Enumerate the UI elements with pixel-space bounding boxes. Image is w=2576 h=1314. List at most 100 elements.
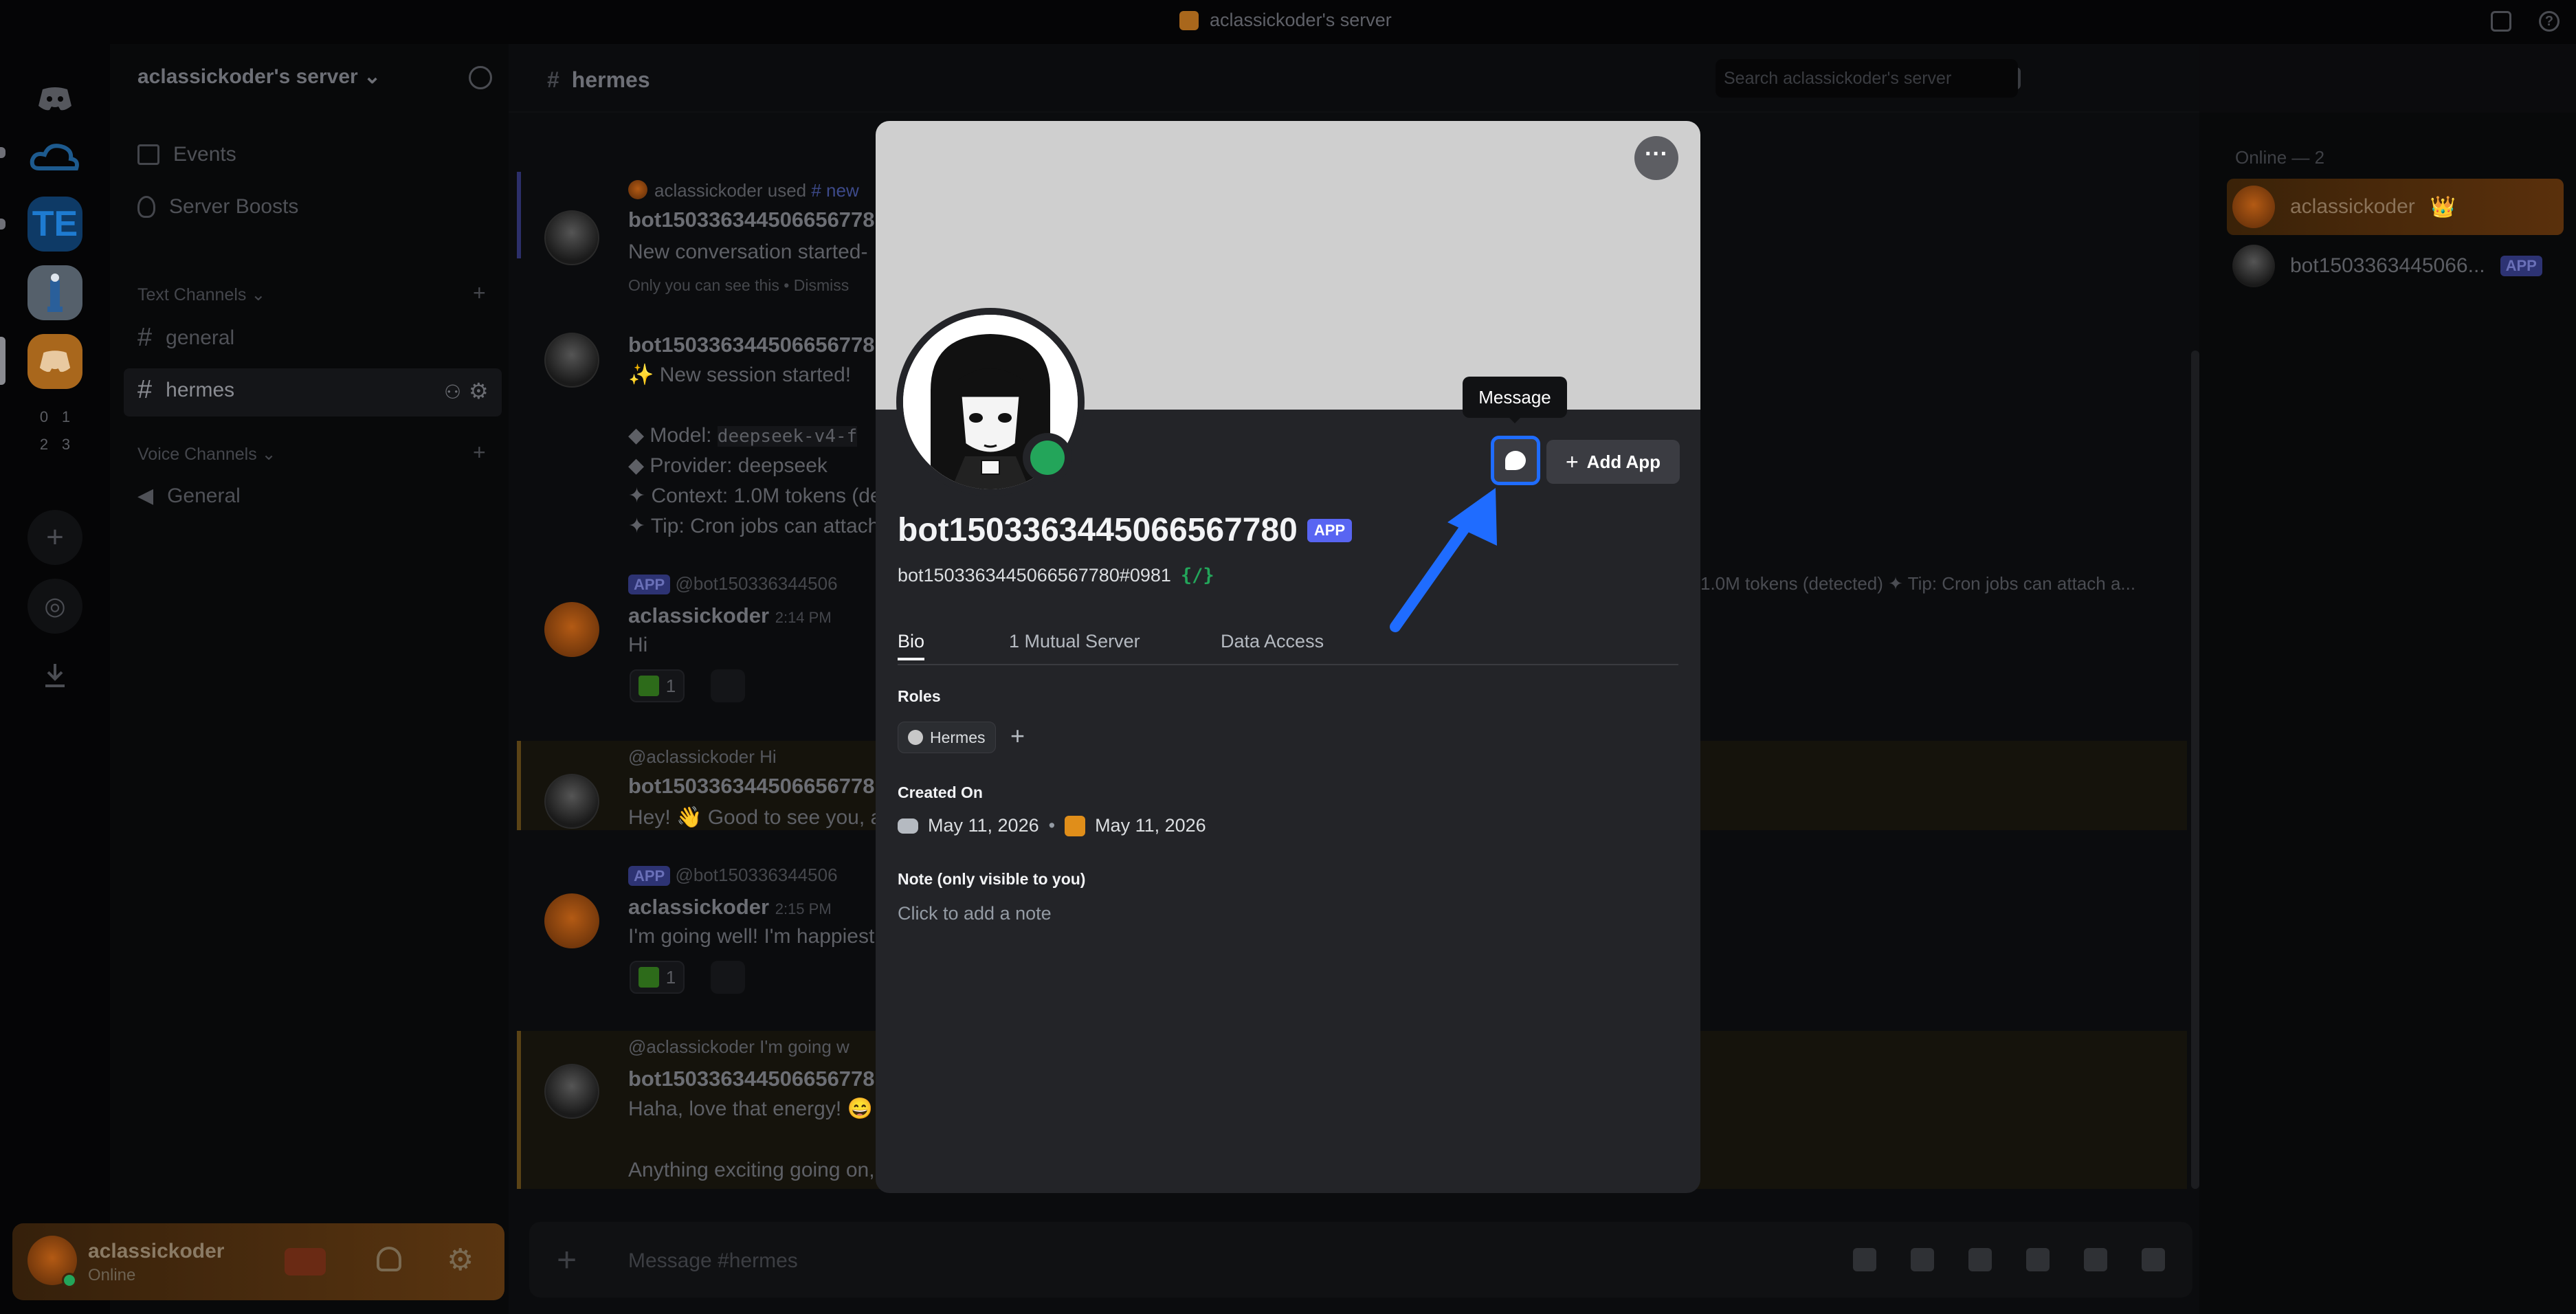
hash-icon: #	[137, 323, 153, 352]
ephemeral-note: Only you can see this • Dismiss	[628, 276, 850, 294]
reply-line: APP @bot150336344506	[628, 573, 838, 594]
member-avatar	[2232, 245, 2275, 287]
invite-icon[interactable]	[469, 66, 492, 89]
send-icon[interactable]	[2142, 1248, 2165, 1271]
app-badge: APP	[1307, 518, 1353, 542]
profile-tag: bot1503363445066567780#0981 {/}	[898, 565, 1214, 586]
message-author[interactable]: bot150336344506656778	[628, 333, 875, 357]
speaker-icon: ◀	[137, 485, 154, 507]
member-item[interactable]: bot15033634450​66... APP	[2227, 238, 2564, 294]
user-panel: aclassickoder Online ⚙	[12, 1223, 504, 1300]
channel-general[interactable]: # general	[137, 323, 234, 353]
message-text: New conversation started-	[628, 241, 868, 263]
message-author[interactable]: aclassickoder 2:15 PM	[628, 895, 832, 920]
profile-username: bot1503363445066567780 APP	[898, 511, 1353, 549]
search-input[interactable]: Search aclassickoder's server	[1716, 59, 2018, 98]
user-name: aclassickoder	[88, 1240, 225, 1262]
bot-avatar[interactable]	[544, 774, 599, 829]
server-folder-counts[interactable]: 0 1 2 3	[33, 408, 77, 454]
server-discord-orange-icon[interactable]	[27, 334, 82, 389]
emoji-icon[interactable]	[2026, 1248, 2050, 1271]
message-author[interactable]: bot150336344506656778	[628, 1067, 875, 1091]
tab-mutual-servers[interactable]: 1 Mutual Server	[1009, 631, 1140, 652]
more-options-icon[interactable]: ···	[1634, 136, 1678, 180]
add-member-icon[interactable]: ⚇	[444, 381, 461, 403]
discord-home-icon[interactable]	[27, 71, 82, 126]
reaction-check[interactable]: 1	[630, 669, 685, 702]
tab-data-access[interactable]: Data Access	[1221, 631, 1324, 652]
message-author[interactable]: aclassickoder 2:14 PM	[628, 603, 832, 628]
chat-scrollbar[interactable]	[2191, 350, 2199, 1189]
text-channels-category[interactable]: Text Channels ⌄	[137, 285, 265, 305]
add-app-button[interactable]: + Add App	[1546, 440, 1680, 484]
server-lighthouse-icon[interactable]	[27, 265, 82, 320]
apps-icon[interactable]	[2084, 1248, 2107, 1271]
bot-avatar[interactable]	[544, 1064, 599, 1119]
role-chip[interactable]: Hermes	[898, 722, 996, 753]
add-role-icon[interactable]: +	[1010, 722, 1025, 750]
online-status-icon	[1023, 433, 1072, 482]
server-name-dropdown[interactable]: aclassickoder's server ⌄	[137, 65, 381, 89]
window-title: aclassickoder's server	[1179, 10, 1392, 31]
role-color-dot	[908, 730, 923, 745]
server-icon	[1179, 10, 1199, 30]
message-text: I'm going well! I'm happiest	[628, 925, 875, 948]
add-server-icon[interactable]: +	[27, 510, 82, 565]
reaction-check[interactable]: 1	[630, 961, 685, 994]
calendar-icon	[137, 144, 159, 165]
voice-channels-category[interactable]: Voice Channels ⌄	[137, 444, 276, 465]
server-cloud-icon[interactable]	[27, 131, 82, 186]
message-text: ◆ Model: deepseek-v4-f	[628, 424, 858, 447]
message-composer[interactable]: + Message #hermes	[529, 1222, 2192, 1298]
note-input[interactable]: Click to add a note	[898, 903, 1052, 924]
note-label: Note (only visible to you)	[898, 870, 1086, 888]
settings-gear-icon[interactable]: ⚙	[447, 1243, 474, 1278]
gear-icon[interactable]: ⚙	[469, 378, 489, 404]
discord-icon	[898, 818, 918, 834]
add-text-channel-icon[interactable]: +	[473, 280, 486, 306]
sidebar-item-events[interactable]: Events	[137, 143, 236, 166]
headphones-icon[interactable]	[377, 1247, 401, 1271]
slash-commands-icon[interactable]: {/}	[1181, 565, 1214, 586]
member-item[interactable]: aclassickoder 👑	[2227, 179, 2564, 235]
channel-sidebar: aclassickoder's server ⌄ Events Server B…	[110, 44, 509, 1314]
composer-placeholder[interactable]: Message #hermes	[628, 1249, 798, 1273]
add-voice-channel-icon[interactable]: +	[473, 440, 486, 465]
message-author[interactable]: bot150336344506656778	[628, 208, 875, 232]
user-avatar[interactable]	[544, 602, 599, 657]
message-text: ✨ New session started!	[628, 364, 852, 386]
bot-avatar[interactable]	[544, 210, 599, 265]
voice-channel-general[interactable]: ◀ General	[137, 484, 241, 508]
sidebar-item-server-boosts[interactable]: Server Boosts	[137, 195, 298, 219]
message-text: ✦ Context: 1.0M tokens (de	[628, 485, 882, 507]
server-te-icon[interactable]: TE	[27, 197, 82, 252]
profile-tabs: Bio 1 Mutual Server Data Access	[898, 631, 1678, 665]
reply-avatar	[628, 180, 647, 199]
annotation-arrow-icon	[1390, 488, 1497, 632]
inbox-icon[interactable]	[2491, 11, 2511, 32]
roles-label: Roles	[898, 687, 941, 705]
reply-line: @aclassickoder I'm going w	[628, 1036, 850, 1057]
profile-modal: ··· Message + Add App bot150336344506656…	[876, 121, 1700, 1193]
discover-icon[interactable]: ◎	[27, 579, 82, 634]
plus-icon: +	[1565, 449, 1579, 474]
mute-mic-icon[interactable]	[285, 1248, 326, 1276]
user-avatar[interactable]	[544, 893, 599, 948]
add-reaction-icon[interactable]	[711, 961, 745, 994]
reply-line: @aclassickoder Hi	[628, 746, 777, 767]
channel-hermes[interactable]: # hermes	[137, 375, 234, 405]
help-icon[interactable]: ?	[2539, 11, 2560, 32]
gif-icon[interactable]	[1911, 1248, 1934, 1271]
message-author[interactable]: bot150336344506656778	[628, 774, 875, 799]
hash-icon: #	[137, 375, 153, 404]
add-reaction-icon[interactable]	[711, 669, 745, 702]
tab-bio[interactable]: Bio	[898, 631, 925, 660]
gift-icon[interactable]	[1853, 1248, 1876, 1271]
sticker-icon[interactable]	[1968, 1248, 1992, 1271]
channel-title: # hermes	[547, 67, 650, 92]
check-icon	[638, 967, 659, 988]
message-text: Haha, love that energy! 😄	[628, 1098, 873, 1120]
bot-avatar[interactable]	[544, 333, 599, 388]
download-icon[interactable]	[27, 647, 82, 702]
attach-plus-icon[interactable]: +	[557, 1240, 577, 1280]
